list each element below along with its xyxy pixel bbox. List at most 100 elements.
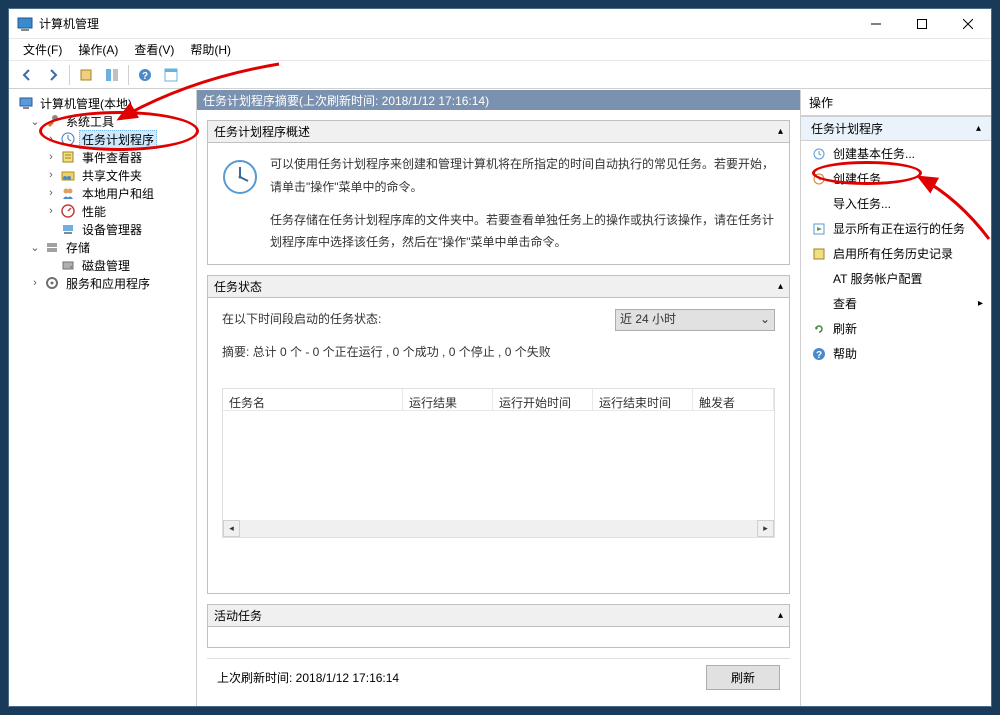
- expand-icon[interactable]: ›: [45, 205, 57, 217]
- tree-disk-management[interactable]: › 磁盘管理: [11, 256, 194, 274]
- create-basic-icon: [811, 146, 827, 162]
- main-header: 任务计划程序摘要(上次刷新时间: 2018/1/12 17:16:14): [197, 90, 800, 110]
- main-panel: 任务计划程序摘要(上次刷新时间: 2018/1/12 17:16:14) 任务计…: [197, 90, 801, 706]
- action-at-config[interactable]: AT 服务帐户配置: [801, 266, 991, 291]
- tree-services[interactable]: › 服务和应用程序: [11, 274, 194, 292]
- services-icon: [44, 275, 60, 291]
- tree-shared-folders[interactable]: › 共享文件夹: [11, 166, 194, 184]
- horizontal-scrollbar[interactable]: ◂ ▸: [223, 520, 774, 537]
- tree-storage[interactable]: ⌄ 存储: [11, 238, 194, 256]
- action-refresh[interactable]: 刷新: [801, 316, 991, 341]
- col-task-name[interactable]: 任务名: [223, 389, 403, 410]
- tree-system-tools[interactable]: ⌄ 系统工具: [11, 112, 194, 130]
- status-group: 任务状态 ▴ 在以下时间段启动的任务状态: 近 24 小时 ⌄ 摘要: 总计 0…: [207, 275, 790, 594]
- help-icon: ?: [811, 346, 827, 362]
- window: 计算机管理 文件(F) 操作(A) 查看(V) 帮助(H) ? 计算机管理(本地…: [8, 8, 992, 707]
- clock-icon: [222, 159, 258, 195]
- collapse-icon[interactable]: ▴: [976, 123, 981, 134]
- collapse-icon[interactable]: ⌄: [29, 115, 41, 128]
- svg-text:?: ?: [142, 71, 148, 82]
- tree-local-users[interactable]: › 本地用户和组: [11, 184, 194, 202]
- menu-help[interactable]: 帮助(H): [182, 39, 239, 60]
- status-group-header[interactable]: 任务状态 ▴: [208, 276, 789, 298]
- event-icon: [60, 149, 76, 165]
- expand-icon[interactable]: ›: [45, 133, 57, 145]
- expand-icon[interactable]: ›: [45, 151, 57, 163]
- tree-root[interactable]: 计算机管理(本地): [11, 94, 194, 112]
- active-tasks-header[interactable]: 活动任务 ▴: [208, 605, 789, 627]
- actions-section-header[interactable]: 任务计划程序 ▴: [801, 116, 991, 141]
- svg-text:?: ?: [816, 350, 822, 361]
- action-help[interactable]: ? 帮助: [801, 341, 991, 366]
- nav-forward-button[interactable]: [41, 64, 65, 86]
- overview-text-2: 任务存储在任务计划程序库的文件夹中。若要查看单独任务上的操作或执行该操作，请在任…: [270, 209, 775, 255]
- active-tasks-group: 活动任务 ▴: [207, 604, 790, 648]
- action-import-task[interactable]: 导入任务...: [801, 191, 991, 216]
- col-start[interactable]: 运行开始时间: [493, 389, 593, 410]
- menu-action[interactable]: 操作(A): [70, 39, 126, 60]
- action-show-running[interactable]: 显示所有正在运行的任务: [801, 216, 991, 241]
- minimize-button[interactable]: [853, 9, 899, 39]
- collapse-icon[interactable]: ⌄: [29, 241, 41, 254]
- action-view[interactable]: 查看 ▸: [801, 291, 991, 316]
- col-end[interactable]: 运行结束时间: [593, 389, 693, 410]
- period-dropdown[interactable]: 近 24 小时 ⌄: [615, 309, 775, 331]
- submenu-arrow-icon: ▸: [978, 298, 983, 309]
- action-enable-history[interactable]: 启用所有任务历史记录: [801, 241, 991, 266]
- tree-device-manager[interactable]: › 设备管理器: [11, 220, 194, 238]
- col-trigger[interactable]: 触发者: [693, 389, 774, 410]
- overview-group: 任务计划程序概述 ▴ 可以使用任务计划程序来创建和管理计算机将在所指定的时间自动…: [207, 120, 790, 265]
- collapse-icon[interactable]: ▴: [778, 281, 783, 292]
- titlebar: 计算机管理: [9, 9, 991, 39]
- running-icon: [811, 221, 827, 237]
- users-icon: [60, 185, 76, 201]
- chevron-down-icon: ⌄: [760, 308, 770, 331]
- window-title: 计算机管理: [39, 15, 853, 32]
- expand-icon[interactable]: ›: [29, 277, 41, 289]
- menu-file[interactable]: 文件(F): [15, 39, 70, 60]
- toolbar-panel-button[interactable]: [159, 64, 183, 86]
- app-icon: [17, 16, 33, 32]
- toolbar-properties-button[interactable]: [74, 64, 98, 86]
- task-table[interactable]: 任务名 运行结果 运行开始时间 运行结束时间 触发者 ◂ ▸: [222, 388, 775, 538]
- footer-row: 上次刷新时间: 2018/1/12 17:16:14 刷新: [207, 658, 790, 696]
- performance-icon: [60, 203, 76, 219]
- status-summary: 摘要: 总计 0 个 - 0 个正在运行 , 0 个成功 , 0 个停止 , 0…: [222, 341, 775, 364]
- storage-icon: [44, 239, 60, 255]
- action-create-task[interactable]: 创建任务...: [801, 166, 991, 191]
- history-icon: [811, 246, 827, 262]
- action-create-basic-task[interactable]: 创建基本任务...: [801, 141, 991, 166]
- expand-icon[interactable]: ›: [45, 169, 57, 181]
- computer-icon: [18, 95, 34, 111]
- navigation-tree[interactable]: 计算机管理(本地) ⌄ 系统工具 › 任务计划程序 › 事件查看器 › 共享文件…: [9, 90, 197, 706]
- scroll-right-icon[interactable]: ▸: [757, 520, 774, 537]
- tree-performance[interactable]: › 性能: [11, 202, 194, 220]
- toolbar: ?: [9, 61, 991, 89]
- menubar: 文件(F) 操作(A) 查看(V) 帮助(H): [9, 39, 991, 61]
- tree-event-viewer[interactable]: › 事件查看器: [11, 148, 194, 166]
- status-period-label: 在以下时间段启动的任务状态:: [222, 308, 615, 331]
- scroll-left-icon[interactable]: ◂: [223, 520, 240, 537]
- toolbar-help-button[interactable]: ?: [133, 64, 157, 86]
- collapse-icon[interactable]: ▴: [778, 610, 783, 621]
- last-refresh-label: 上次刷新时间: 2018/1/12 17:16:14: [217, 669, 399, 686]
- shared-folder-icon: [60, 167, 76, 183]
- overview-group-header[interactable]: 任务计划程序概述 ▴: [208, 121, 789, 143]
- nav-back-button[interactable]: [15, 64, 39, 86]
- disk-icon: [60, 257, 76, 273]
- refresh-icon: [811, 321, 827, 337]
- menu-view[interactable]: 查看(V): [126, 39, 182, 60]
- collapse-icon[interactable]: ▴: [778, 126, 783, 137]
- tree-task-scheduler[interactable]: › 任务计划程序: [11, 130, 194, 148]
- device-icon: [60, 221, 76, 237]
- maximize-button[interactable]: [899, 9, 945, 39]
- overview-text-1: 可以使用任务计划程序来创建和管理计算机将在所指定的时间自动执行的常见任务。若要开…: [270, 153, 775, 199]
- actions-panel: 操作 任务计划程序 ▴ 创建基本任务... 创建任务... 导入任务... 显示…: [801, 90, 991, 706]
- close-button[interactable]: [945, 9, 991, 39]
- refresh-button[interactable]: 刷新: [706, 665, 780, 690]
- expand-icon[interactable]: ›: [45, 187, 57, 199]
- create-task-icon: [811, 171, 827, 187]
- toolbar-view-button[interactable]: [100, 64, 124, 86]
- clock-icon: [60, 131, 76, 147]
- col-result[interactable]: 运行结果: [403, 389, 493, 410]
